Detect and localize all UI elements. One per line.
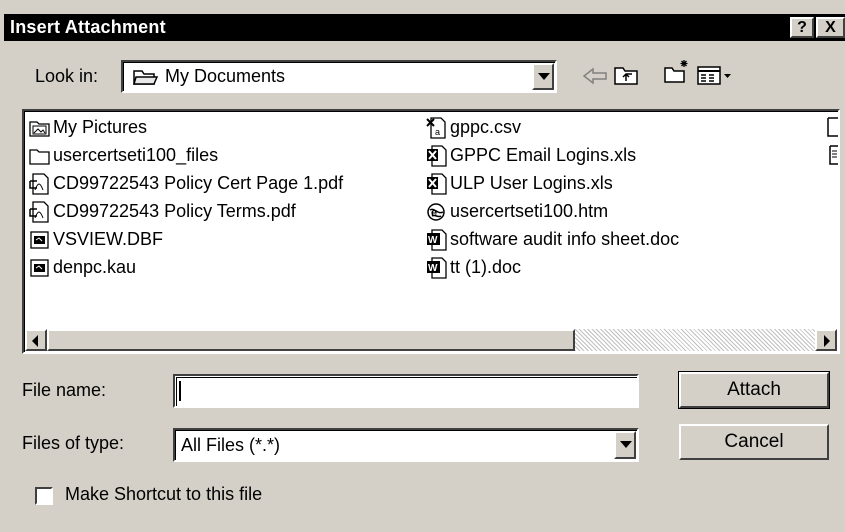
- generic-file-icon: [30, 231, 49, 249]
- partial-file-icon: [829, 145, 838, 165]
- window-title: Insert Attachment: [10, 17, 166, 37]
- help-button[interactable]: ?: [790, 17, 814, 38]
- back-arrow-icon[interactable]: [580, 63, 610, 89]
- horizontal-scrollbar[interactable]: [25, 329, 837, 351]
- attach-button[interactable]: Attach: [678, 371, 830, 409]
- look-in-dropdown-button[interactable]: [532, 63, 554, 90]
- pictures-folder-icon: [29, 121, 50, 137]
- title-bar[interactable]: Insert Attachment ? X: [4, 14, 845, 41]
- generic-file-icon: [30, 259, 49, 277]
- up-folder-icon[interactable]: [612, 62, 642, 88]
- file-type-dropdown-button[interactable]: [614, 431, 636, 459]
- scroll-right-button[interactable]: [815, 329, 837, 351]
- look-in-combo[interactable]: My Documents: [121, 60, 557, 93]
- svg-text:W: W: [428, 263, 438, 274]
- excel-file-icon: [427, 173, 447, 195]
- excel-file-icon: [427, 145, 447, 167]
- file-name-input[interactable]: [176, 377, 637, 406]
- make-shortcut-label[interactable]: Make Shortcut to this file: [65, 484, 262, 505]
- cancel-button[interactable]: Cancel: [679, 424, 829, 460]
- folder-icon: [29, 149, 50, 165]
- scroll-left-button[interactable]: [25, 329, 47, 351]
- svg-text:e: e: [431, 207, 437, 219]
- svg-text:W: W: [428, 235, 438, 246]
- new-folder-icon[interactable]: [662, 58, 692, 84]
- word-file-icon: W: [427, 229, 447, 251]
- csv-file-icon: a: [426, 117, 446, 139]
- insert-attachment-dialog: Insert Attachment ? X Look in: My Docume…: [0, 0, 845, 532]
- make-shortcut-checkbox[interactable]: [35, 487, 53, 505]
- html-file-icon: e: [427, 203, 445, 221]
- file-name-field-wrap: [173, 374, 639, 408]
- file-name-label: File name:: [22, 380, 107, 400]
- pdf-file-icon: [29, 173, 49, 195]
- close-button[interactable]: X: [816, 17, 845, 38]
- view-menu-icon[interactable]: [696, 63, 734, 89]
- text-caret: [179, 381, 181, 401]
- folder-open-icon: [133, 70, 159, 85]
- file-type-label: Files of type:: [22, 433, 125, 453]
- file-list[interactable]: My Pictures usercertseti100_files CD9972…: [22, 109, 840, 354]
- scroll-track[interactable]: [575, 329, 815, 351]
- file-type-combo[interactable]: All Files (*.*): [173, 428, 639, 462]
- scroll-thumb[interactable]: [47, 329, 575, 351]
- look-in-value: My Documents: [165, 66, 286, 86]
- look-in-label: Look in:: [35, 66, 99, 86]
- partial-file-icon: [827, 117, 838, 137]
- svg-text:a: a: [435, 127, 440, 137]
- pdf-file-icon: [29, 201, 49, 223]
- file-type-value: All Files (*.*): [181, 435, 281, 455]
- word-file-icon: W: [427, 257, 447, 279]
